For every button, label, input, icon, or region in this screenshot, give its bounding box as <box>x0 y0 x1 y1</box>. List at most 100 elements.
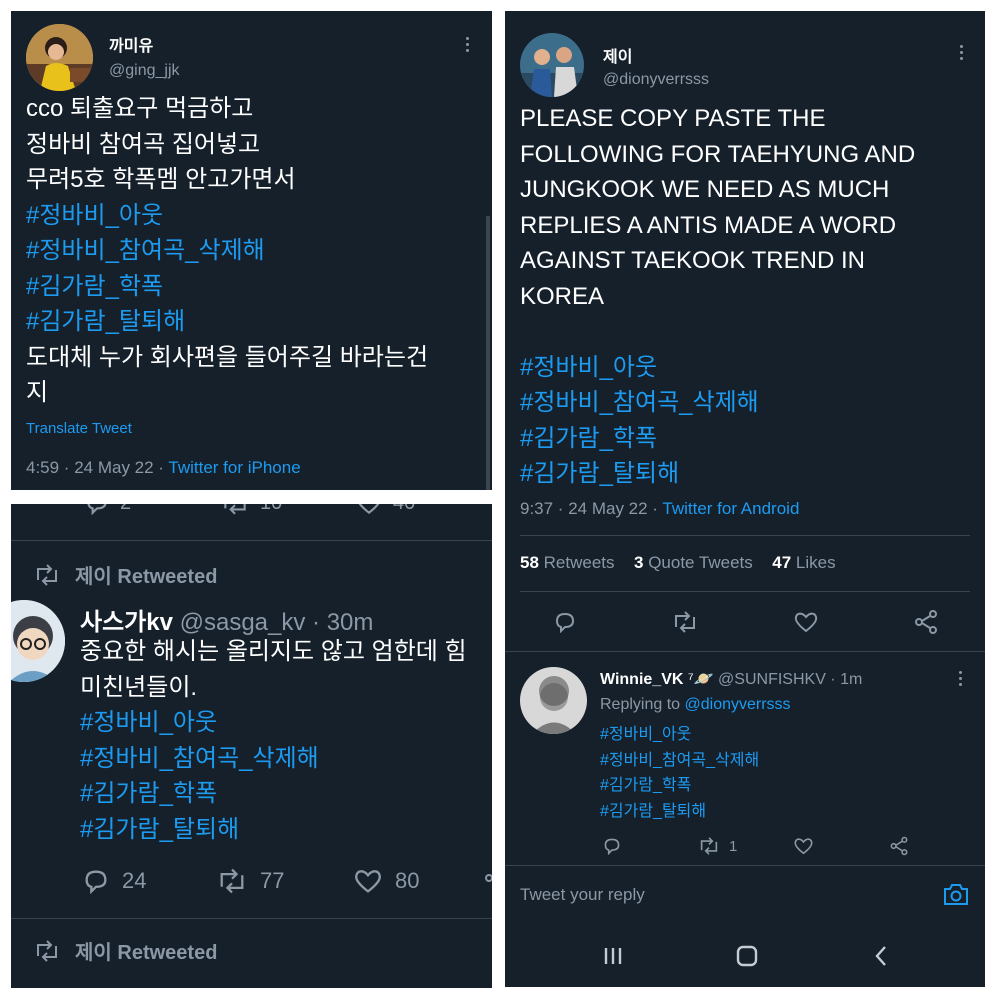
display-name[interactable]: Winnie_VK <box>600 671 683 688</box>
back-icon[interactable] <box>873 945 889 967</box>
divider <box>11 918 492 919</box>
hashtag-link[interactable]: #정바비_참여곡_삭제해 <box>26 233 428 269</box>
share-icon[interactable] <box>913 609 939 635</box>
source-link[interactable]: Twitter for iPhone <box>168 458 300 477</box>
reply-header: Winnie_VK ⁷🪐 @SUNFISHKV · 1m <box>600 669 862 689</box>
tweet-text-line: REPLIES A ANTIS MADE A WORD <box>520 211 897 239</box>
tweet-text-line: 중요한 해시는 올리지도 않고 엄한데 힘 <box>80 638 467 665</box>
tweet-header: 사스가kv @sasga_kv · 30m <box>80 602 373 637</box>
handle[interactable]: @ging_jjk <box>109 62 180 80</box>
tweet-text-line: JUNGKOOK WE NEED AS MUCH <box>520 176 890 203</box>
source-link[interactable]: Twitter for Android <box>662 499 799 518</box>
more-vertical-icon[interactable] <box>464 37 470 52</box>
camera-icon[interactable] <box>942 881 970 907</box>
avatar[interactable] <box>520 667 587 734</box>
tweet-meta: 9:37 · 24 May 22 · Twitter for Android <box>520 499 799 519</box>
tweet-text-line: FOLLOWING FOR TAEHYUNG AND <box>520 140 916 168</box>
tweet-text-line: 정바비 참여곡 집어넣고 <box>26 130 261 158</box>
reply-compose-input[interactable]: Tweet your reply <box>520 885 645 905</box>
tweet-meta: 4:59 · 24 May 22 · Twitter for iPhone <box>26 458 301 478</box>
name-suffix: ⁷🪐 <box>687 671 714 688</box>
retweet-button[interactable]: 1 <box>697 837 737 855</box>
hashtag-link[interactable]: #김가람_탈퇴해 <box>26 304 428 340</box>
hashtag-link[interactable]: #김가람_학폭 <box>26 269 428 305</box>
like-icon[interactable] <box>793 611 819 633</box>
divider <box>520 535 970 536</box>
tweet-panel-top-left: 까미유 @ging_jjk cco 퇴출요구 먹금하고 정바비 참여곡 집어넣고… <box>11 11 492 490</box>
hashtag-link[interactable]: #김가람_탈퇴해 <box>520 456 915 492</box>
translate-tweet-link[interactable]: Translate Tweet <box>26 420 132 437</box>
more-vertical-icon[interactable] <box>958 45 964 60</box>
tweet-body: PLEASE COPY PASTE THE FOLLOWING FOR TAEH… <box>520 101 915 492</box>
reply-icon[interactable]: 2 <box>84 504 131 515</box>
retweet-icon[interactable]: 10 <box>220 504 282 515</box>
tweet-text-line: KOREA <box>520 282 605 310</box>
handle[interactable]: @dionyverrsss <box>603 71 709 89</box>
retweet-icon[interactable] <box>216 868 248 894</box>
display-name[interactable]: 까미유 <box>109 32 153 56</box>
more-vertical-icon[interactable] <box>957 671 963 686</box>
retweet-icon <box>33 563 61 586</box>
avatar[interactable] <box>26 24 93 91</box>
hashtag-link[interactable]: #김가람_학폭 <box>520 421 915 457</box>
tweet-body: 중요한 해시는 올리지도 않고 엄한데 힘 미친년들이. #정바비_아웃 #정바… <box>80 634 467 847</box>
recents-icon[interactable] <box>603 946 623 966</box>
display-name[interactable]: 사스가kv <box>80 609 173 636</box>
hashtag-link[interactable]: #정바비_아웃 <box>80 705 467 741</box>
timestamp: 4:59 · 24 May 22 · <box>26 458 164 477</box>
tweet-panel-right: 제이 @dionyverrsss PLEASE COPY PASTE THE F… <box>505 11 985 987</box>
like-button[interactable]: 80 <box>353 868 419 894</box>
quotes-label[interactable]: Quote Tweets <box>648 553 753 572</box>
tweet-text-line: PLEASE COPY PASTE THE <box>520 105 826 132</box>
like-count: 80 <box>395 868 420 893</box>
like-icon[interactable]: 40 <box>355 504 415 515</box>
divider <box>520 591 970 592</box>
retweet-banner[interactable]: 제이 Retweeted <box>33 936 217 965</box>
retweet-count: 10 <box>260 504 282 515</box>
likes-label[interactable]: Likes <box>796 553 836 572</box>
hashtag-link[interactable]: #김가람_탈퇴해 <box>600 799 759 825</box>
hashtag-link[interactable]: #정바비_아웃 <box>26 198 428 234</box>
partial-action-row: 2 10 40 <box>11 504 492 517</box>
avatar[interactable] <box>11 600 65 682</box>
reply-count: 2 <box>120 504 131 515</box>
retweet-icon[interactable] <box>671 611 699 633</box>
scrollbar[interactable] <box>486 216 490 490</box>
display-name[interactable]: 제이 <box>603 43 632 67</box>
hashtag-link[interactable]: #정바비_참여곡_삭제해 <box>80 741 467 777</box>
reply-button[interactable]: 24 <box>82 868 146 894</box>
hashtag-link[interactable]: #김가람_학폭 <box>80 776 467 812</box>
replying-to-label: Replying to <box>600 696 681 713</box>
divider <box>505 651 985 652</box>
retweet-icon[interactable] <box>697 837 721 855</box>
hashtag-link[interactable]: #정바비_아웃 <box>520 350 915 386</box>
avatar[interactable] <box>520 33 584 97</box>
retweet-button[interactable]: 77 <box>216 868 284 894</box>
reply-icon[interactable] <box>602 837 622 855</box>
home-icon[interactable] <box>736 945 758 967</box>
hashtag-link[interactable]: #정바비_참여곡_삭제해 <box>520 385 915 421</box>
likes-count[interactable]: 47 <box>772 553 791 572</box>
handle-time[interactable]: @sasga_kv · 30m <box>180 609 374 636</box>
reply-icon[interactable] <box>553 611 577 633</box>
quotes-count[interactable]: 3 <box>634 553 643 572</box>
like-icon[interactable] <box>793 837 814 855</box>
reply-count: 24 <box>122 868 147 893</box>
retweeted-label: Retweeted <box>117 942 218 964</box>
hashtag-link[interactable]: #정바비_참여곡_삭제해 <box>600 748 759 774</box>
reply-icon[interactable] <box>82 868 110 894</box>
tweet-text-line: 도대체 누가 회사편을 들어주길 바라는건 <box>26 343 429 371</box>
tweet-text-line: cco 퇴출요구 먹금하고 <box>26 95 254 122</box>
share-icon[interactable] <box>485 874 492 882</box>
hashtag-link[interactable]: #정바비_아웃 <box>600 722 759 748</box>
hashtag-link[interactable]: #김가람_학폭 <box>600 773 759 799</box>
retweet-banner[interactable]: 제이 Retweeted <box>33 560 217 589</box>
like-icon[interactable] <box>353 868 383 894</box>
replying-to-handle[interactable]: @dionyverrsss <box>685 696 791 713</box>
retweet-icon <box>33 939 61 962</box>
retweets-label[interactable]: Retweets <box>544 553 615 572</box>
hashtag-link[interactable]: #김가람_탈퇴해 <box>80 812 467 848</box>
share-icon[interactable] <box>889 836 909 856</box>
retweets-count[interactable]: 58 <box>520 553 539 572</box>
handle-time[interactable]: @SUNFISHKV · 1m <box>718 671 862 688</box>
